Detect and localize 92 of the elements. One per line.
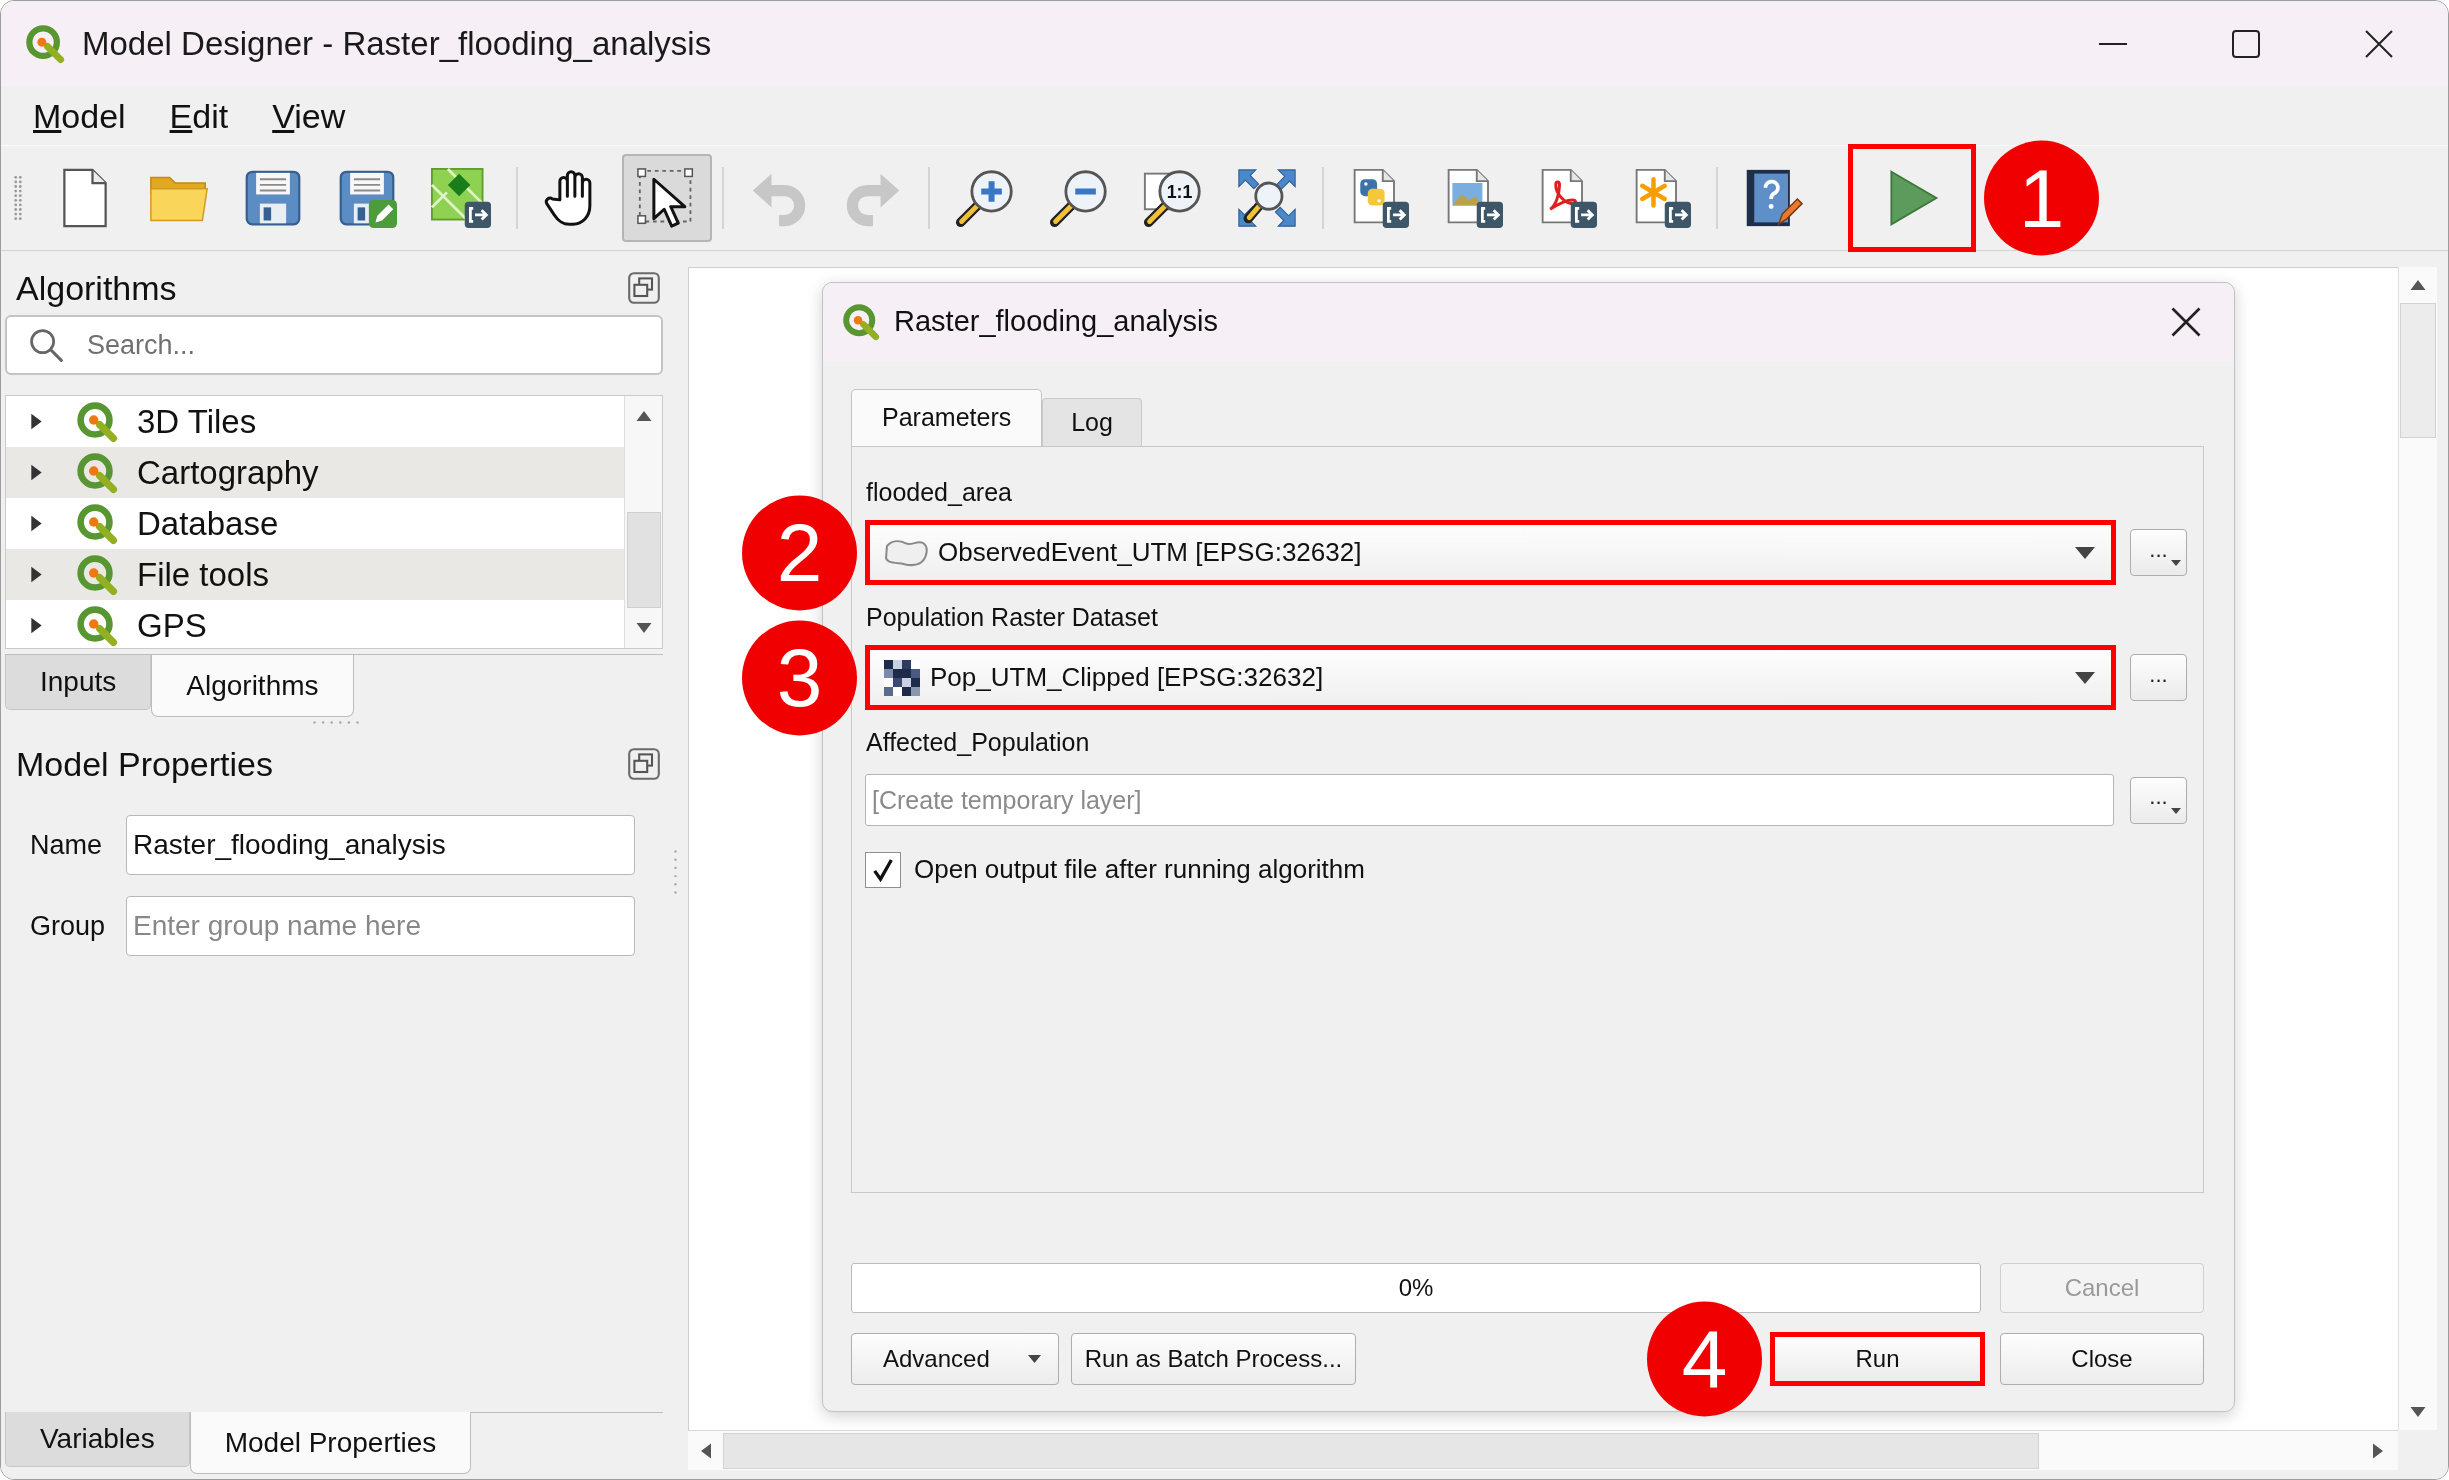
undock-icon xyxy=(628,272,660,304)
expand-arrow-icon[interactable] xyxy=(30,566,43,583)
scroll-down-arrow-icon[interactable] xyxy=(635,623,652,633)
scroll-up-arrow-icon[interactable] xyxy=(2410,280,2426,290)
search-field[interactable]: Search... xyxy=(5,315,663,375)
splitter-handle-icon[interactable] xyxy=(313,720,359,724)
panel-title: Model Properties xyxy=(16,743,273,785)
select-button[interactable] xyxy=(622,154,712,242)
menu-item[interactable]: View xyxy=(272,99,346,133)
text-field[interactable]: Raster_flooding_analysis xyxy=(126,815,635,875)
minimize-icon xyxy=(2098,43,2127,45)
tree-item[interactable]: Cartography xyxy=(6,447,624,498)
expand-arrow-icon[interactable] xyxy=(30,413,43,430)
scroll-right-arrow-icon[interactable] xyxy=(2373,1442,2383,1459)
q-logo-icon xyxy=(76,502,118,545)
maximize-icon xyxy=(2231,30,2260,58)
zoom-out-icon xyxy=(1049,168,1109,228)
scrollbar-thumb[interactable] xyxy=(723,1432,2039,1469)
parameter-label: Affected_Population xyxy=(865,727,1091,757)
text-field[interactable]: Enter group name here xyxy=(126,896,635,956)
dialog-button[interactable]: Run as Batch Process... xyxy=(1071,1333,1356,1385)
checkmark-icon xyxy=(873,857,893,882)
undock-button[interactable] xyxy=(627,747,661,781)
tab[interactable]: Log xyxy=(1042,398,1142,446)
tab[interactable]: Parameters xyxy=(851,389,1043,446)
checkbox[interactable] xyxy=(865,851,901,888)
expand-arrow-icon[interactable] xyxy=(30,617,43,634)
caret-icon xyxy=(2075,671,2095,684)
floppy-disk-pencil-icon xyxy=(337,168,397,228)
q-logo-icon xyxy=(76,451,118,494)
vertical-scrollbar[interactable] xyxy=(2398,267,2437,1430)
dialog-button[interactable]: Close xyxy=(2000,1333,2204,1385)
caret-icon xyxy=(1028,1355,1041,1363)
menu-item[interactable]: Edit xyxy=(169,99,229,133)
grip-handle-icon[interactable] xyxy=(13,175,23,221)
output-field[interactable]: [Create temporary layer] xyxy=(865,774,2114,826)
browse-button[interactable]: ... xyxy=(2130,776,2187,824)
step-number-marker: 4 xyxy=(1647,1301,1762,1417)
tab[interactable]: Variables xyxy=(5,1412,190,1467)
q-logo-icon xyxy=(76,400,118,443)
zoom-in-icon xyxy=(955,168,1015,228)
caret-icon xyxy=(2075,546,2095,559)
q-logo-icon xyxy=(76,604,118,647)
dialog-button[interactable]: Advanced xyxy=(851,1333,1059,1385)
splitter-handle-icon[interactable] xyxy=(674,850,677,894)
scroll-up-arrow-icon[interactable] xyxy=(635,411,652,421)
polygon-layer-icon xyxy=(884,537,928,568)
scroll-down-arrow-icon[interactable] xyxy=(2410,1407,2426,1417)
undock-button[interactable] xyxy=(627,271,661,305)
menu-item[interactable]: Model xyxy=(33,99,126,133)
horizontal-scrollbar[interactable] xyxy=(688,1430,2398,1470)
scroll-left-arrow-icon[interactable] xyxy=(700,1442,711,1459)
q-logo-icon xyxy=(25,24,65,64)
tree-item[interactable]: File tools xyxy=(6,549,624,600)
scrollbar-thumb[interactable] xyxy=(626,512,661,608)
step-number-marker: 3 xyxy=(742,620,857,735)
q-logo-icon xyxy=(842,303,880,341)
scrollbar-thumb[interactable] xyxy=(2400,303,2436,438)
undock-icon xyxy=(628,748,660,780)
close-icon xyxy=(2364,30,2393,58)
parameter-label: flooded_area xyxy=(865,477,1013,507)
dialog-button[interactable]: Run xyxy=(1770,1332,1985,1386)
tab[interactable]: Inputs xyxy=(5,655,152,710)
map-arrow-icon xyxy=(431,168,491,228)
run-button[interactable] xyxy=(1848,144,1976,252)
zoom-full-icon xyxy=(1237,168,1297,228)
layer-dropdown[interactable]: Pop_UTM_Clipped [EPSG:32632] xyxy=(865,645,2116,710)
layer-dropdown[interactable]: ObservedEvent_UTM [EPSG:32632] xyxy=(865,520,2116,585)
field-label: Group xyxy=(30,909,107,943)
browse-button[interactable]: ... xyxy=(2130,654,2187,701)
raster-grid-icon xyxy=(884,659,920,696)
step-number-marker: 2 xyxy=(742,495,857,610)
expand-arrow-icon[interactable] xyxy=(30,464,43,481)
step-number-marker: 1 xyxy=(1984,140,2099,256)
expand-arrow-icon[interactable] xyxy=(30,515,43,532)
panel-title: Algorithms xyxy=(16,267,177,309)
window-title: Model Designer - Raster_flooding_analysis xyxy=(82,24,712,65)
zoom-actual-size-button[interactable]: 1:1 xyxy=(1128,154,1218,242)
checkbox-label: Open output file after running algorithm xyxy=(914,853,1365,886)
tab[interactable]: Algorithms xyxy=(151,655,354,717)
vertical-scrollbar[interactable] xyxy=(624,396,662,648)
dialog-title: Raster_flooding_analysis xyxy=(894,304,1219,340)
caret-icon xyxy=(2171,560,2181,566)
parameter-label: Population Raster Dataset xyxy=(865,602,1159,632)
close-icon xyxy=(2171,307,2201,337)
caret-icon xyxy=(2171,807,2181,814)
q-logo-icon xyxy=(76,553,118,596)
field-label: Name xyxy=(30,828,104,862)
search-icon xyxy=(29,328,63,362)
browse-button[interactable]: ... xyxy=(2130,529,2187,576)
progress-percent: 0% xyxy=(1398,1273,1434,1303)
tab[interactable]: Model Properties xyxy=(189,1412,472,1474)
